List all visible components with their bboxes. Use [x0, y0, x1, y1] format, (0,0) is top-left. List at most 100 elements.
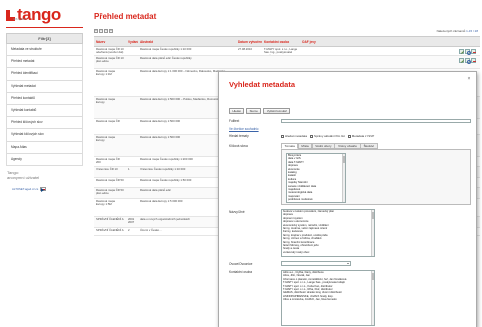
cell-edition	[126, 188, 138, 198]
sidebar-item-agendas[interactable]: Agendy	[6, 153, 83, 166]
delete-icon[interactable]	[471, 49, 476, 54]
cell-name[interactable]: Vrstevnice ČR 10	[94, 167, 126, 177]
pager-last-button[interactable]: »	[109, 29, 113, 33]
cell-oaf	[300, 47, 330, 55]
cell-name[interactable]: Rastrová mapa ČR	[94, 119, 126, 134]
cell-edition	[126, 157, 138, 166]
sidebar-item-metadata-overview[interactable]: Přehled metadat	[6, 56, 83, 69]
cell-contact: T-MAPY spol. s r.o., Lange Sas. Ing., po…	[264, 47, 298, 55]
dialog-buttons: Hledat Storno Vyčistit formulář	[229, 108, 291, 114]
close-icon[interactable]: ×	[466, 76, 472, 82]
pager-prev-button[interactable]: ‹	[99, 29, 103, 33]
col-edition-header[interactable]: Vydání	[126, 40, 138, 44]
pager: « ‹ › »	[94, 29, 113, 33]
table-row[interactable]: Rastrová mapa ČR 10 odečtená (soubor dat…	[94, 47, 480, 56]
cell-edition	[126, 199, 138, 216]
czech-flag-icon[interactable]	[40, 186, 47, 192]
sidebar-item-search-contacts[interactable]: Vyhledat kontaktů	[6, 104, 83, 118]
place-names-listbox[interactable]: budova v ruském provedení, zámecký plán d…	[281, 209, 375, 257]
option-metadata-checkbox[interactable]	[281, 134, 284, 138]
option-isvp[interactable]: Metadata z ISVP	[347, 134, 374, 138]
records-info-label: Nalezených záznamů	[436, 29, 466, 33]
cell-edition	[126, 69, 138, 96]
option-metadata[interactable]: Hledat metadata	[281, 134, 307, 138]
cell-name[interactable]: Rastrová mapa ČR 10 odečtená (soubor dat…	[94, 47, 126, 55]
footer-link[interactable]: ALTOSET.aged.cz.cs	[12, 187, 38, 191]
col-name-header[interactable]: Název	[94, 40, 126, 44]
sidebar-heading[interactable]: Filtr[3]	[6, 33, 83, 44]
cell-name[interactable]: Rastrová mapa ČR 50	[94, 178, 126, 187]
sidebar-item-keywords[interactable]: Přehled klíčových slov	[6, 117, 83, 130]
cancel-button[interactable]: Storno	[246, 108, 262, 114]
contact-listbox[interactable]: Adré a.o., Čtyřka, Dany, distribuce Alica…	[281, 270, 375, 326]
cell-name[interactable]: Rastrová mapa Evropy	[94, 97, 126, 118]
cell-name[interactable]: Rastrová mapa Evropy	[94, 135, 126, 156]
user-name: anonymní uživatel	[7, 175, 40, 181]
sidebar-item-search-keywords[interactable]: Vyhledat klíčových slov	[6, 129, 83, 142]
place-name-option[interactable]: venkovský ruský obec	[283, 251, 374, 254]
pager-next-button[interactable]: ›	[104, 29, 108, 33]
col-date-header[interactable]: Datum vytvoření	[236, 40, 262, 44]
cell-contact	[262, 56, 300, 68]
cell-abstract: Rastrová mapa České republiky 1:10 000	[140, 47, 192, 51]
records-info: Nalezených záznamů 1-15 / 28	[437, 29, 478, 33]
col-oaf-header[interactable]: OAF jevy	[300, 40, 330, 44]
cell-edition: 1	[128, 167, 130, 171]
keyword-listbox[interactable]: Biosyntéza data v GIS data T-MAPY doprava ek…	[286, 153, 346, 203]
cell-edition: 2001 2007	[128, 217, 135, 225]
edit-icon[interactable]	[459, 49, 464, 54]
col-abstract-header[interactable]: Abstrakt	[138, 40, 236, 44]
option-current-checkbox[interactable]	[310, 134, 314, 138]
sidebar-item-contacts[interactable]: Přehled kontaktů	[6, 92, 83, 105]
contact-label: Kontaktní osoba	[229, 270, 253, 274]
view-icon[interactable]	[465, 49, 472, 55]
cell-oaf	[300, 56, 330, 68]
cell-name[interactable]: Rastrová mapa Evropy 1:1M	[94, 69, 126, 96]
cell-name[interactable]: SPRÁVNÍ ČLENĚNÍ A	[94, 217, 126, 227]
search-metadata-dialog: Vyhledat metadata × Hledat Storno Vyčist…	[218, 71, 477, 327]
keyword-scrollbar[interactable]	[342, 154, 345, 202]
cell-edition	[126, 178, 138, 187]
view-icon[interactable]	[465, 58, 472, 64]
keywords-label: Klíčová slova	[229, 144, 248, 148]
table-row[interactable]: Rastrová mapa ČR 10 plán edice Rastrová d…	[94, 56, 480, 69]
option-isvp-checkbox[interactable]	[347, 134, 351, 138]
sidebar-item-search-metadata[interactable]: Vyhledat metadat	[6, 80, 83, 93]
sidebar-item-map-atlas[interactable]: Mapa Atlas	[6, 141, 83, 154]
contact-scrollbar[interactable]	[371, 271, 374, 325]
cell-name[interactable]: Rastrová mapa ČR 200	[94, 157, 126, 166]
option-current[interactable]: Správy aktuální film list	[310, 134, 345, 138]
fulltext-input[interactable]	[281, 118, 471, 123]
cell-edition	[126, 119, 138, 134]
col-contact-header[interactable]: Kontaktní osoba	[262, 40, 300, 44]
search-button[interactable]: Hledat	[229, 108, 245, 114]
delete-icon[interactable]	[471, 58, 476, 63]
option-current-label: Správy aktuální film list	[314, 134, 345, 138]
cell-edition	[126, 97, 138, 118]
place-names-scrollbar[interactable]	[371, 210, 374, 256]
logo-subtitle: GIS system	[13, 18, 27, 21]
header-divider	[6, 27, 83, 28]
clear-form-button[interactable]: Vyčistit formulář	[263, 108, 291, 114]
search-options: Hledat metadata Správy aktuální film lis…	[281, 134, 374, 138]
cell-date: 27.08.2010	[238, 47, 252, 51]
keyword-option[interactable]: podnikové modelové	[288, 198, 345, 201]
cell-name[interactable]: SPRÁVNÍ ČLENĚNÍ A	[94, 228, 126, 235]
contact-option[interactable]: Ulice a Limitovka, Jindřich, Jan, fáva ř…	[283, 298, 374, 301]
edit-icon[interactable]	[459, 58, 464, 63]
page-title: Přehled metadat	[94, 12, 157, 21]
grouping-label: Ovoce/Ovocnice	[229, 262, 253, 266]
cell-edition: 2	[128, 228, 130, 232]
coverage-link[interactable]: Ve čtvrtíce souřadnic	[229, 127, 259, 131]
sidebar-item-identifications[interactable]: Přehled identifikací	[6, 68, 83, 81]
records-range-link[interactable]: 1-15 / 28	[466, 29, 478, 33]
pager-first-button[interactable]: «	[94, 29, 98, 33]
fulltext-label: Fulltext	[229, 119, 240, 123]
sidebar-item-structure[interactable]: Metadata ve struktuře	[6, 44, 83, 57]
cell-name[interactable]: Rastrová mapa ČR 10 plán edice	[94, 56, 126, 68]
cell-name[interactable]: Rastrová mapa ČR 50 plán edice	[94, 188, 126, 198]
cell-name[interactable]: Rastrová mapa Evropy 1:5M	[94, 199, 126, 216]
cell-edition	[126, 47, 138, 55]
cell-edition	[126, 56, 138, 68]
grouping-select[interactable]	[281, 261, 351, 266]
